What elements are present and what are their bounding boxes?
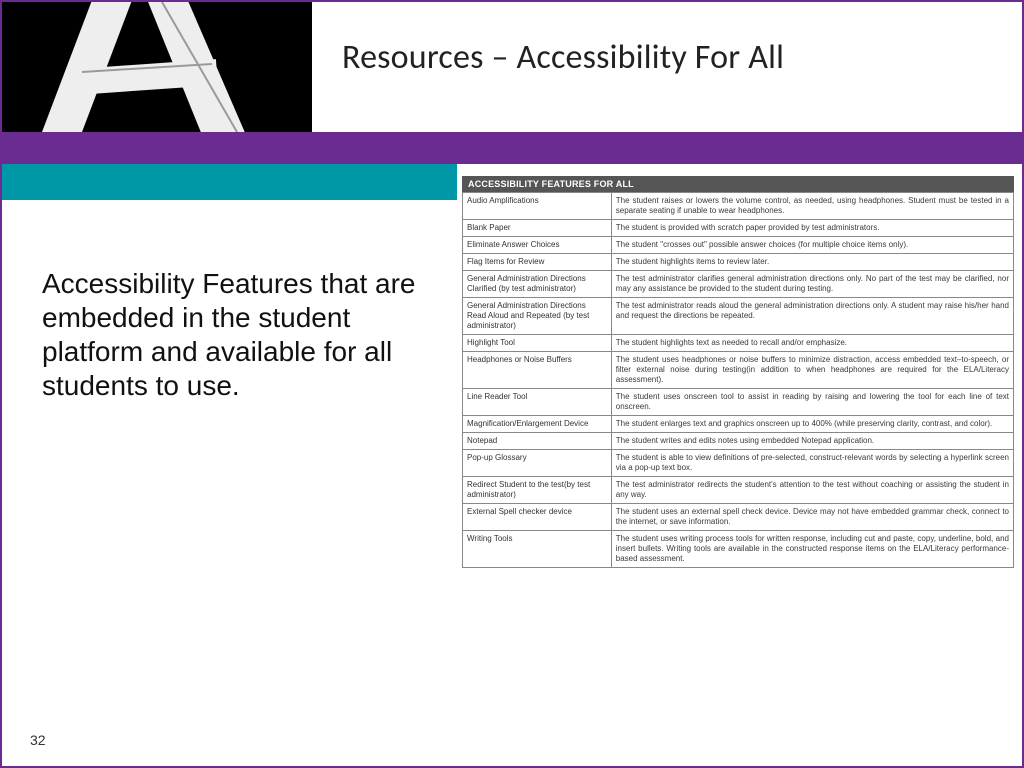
features-table-container: ACCESSIBILITY FEATURES FOR ALL Audio Amp… xyxy=(462,176,1014,568)
feature-name: Blank Paper xyxy=(463,220,612,237)
table-row: Audio AmplificationsThe student raises o… xyxy=(463,193,1014,220)
feature-description: The test administrator clarifies general… xyxy=(611,271,1013,298)
feature-name: External Spell checker device xyxy=(463,504,612,531)
feature-name: General Administration Directions Clarif… xyxy=(463,271,612,298)
feature-name: Notepad xyxy=(463,433,612,450)
slide: Resources – Accessibility For All Access… xyxy=(0,0,1024,768)
feature-name: Flag Items for Review xyxy=(463,254,612,271)
table-row: General Administration Directions Read A… xyxy=(463,298,1014,335)
feature-name: Line Reader Tool xyxy=(463,389,612,416)
table-row: Highlight ToolThe student highlights tex… xyxy=(463,335,1014,352)
table-row: Writing ToolsThe student uses writing pr… xyxy=(463,531,1014,568)
feature-description: The student is able to view definitions … xyxy=(611,450,1013,477)
table-row: Blank PaperThe student is provided with … xyxy=(463,220,1014,237)
feature-name: Headphones or Noise Buffers xyxy=(463,352,612,389)
accent-bar-teal xyxy=(2,164,457,200)
feature-description: The student raises or lowers the volume … xyxy=(611,193,1013,220)
table-row: Redirect Student to the test(by test adm… xyxy=(463,477,1014,504)
feature-description: The student enlarges text and graphics o… xyxy=(611,416,1013,433)
feature-name: Pop-up Glossary xyxy=(463,450,612,477)
table-row: External Spell checker deviceThe student… xyxy=(463,504,1014,531)
logo xyxy=(2,2,312,132)
table-row: Eliminate Answer ChoicesThe student "cro… xyxy=(463,237,1014,254)
accent-bar-purple xyxy=(2,132,1024,164)
body-text: Accessibility Features that are embedded… xyxy=(42,267,442,404)
page-title: Resources – Accessibility For All xyxy=(342,37,784,78)
feature-description: The student writes and edits notes using… xyxy=(611,433,1013,450)
features-table: Audio AmplificationsThe student raises o… xyxy=(462,192,1014,568)
feature-description: The student "crosses out" possible answe… xyxy=(611,237,1013,254)
table-row: NotepadThe student writes and edits note… xyxy=(463,433,1014,450)
table-row: General Administration Directions Clarif… xyxy=(463,271,1014,298)
feature-name: Highlight Tool xyxy=(463,335,612,352)
table-row: Flag Items for ReviewThe student highlig… xyxy=(463,254,1014,271)
feature-name: General Administration Directions Read A… xyxy=(463,298,612,335)
feature-description: The student highlights items to review l… xyxy=(611,254,1013,271)
feature-name: Writing Tools xyxy=(463,531,612,568)
table-row: Line Reader ToolThe student uses onscree… xyxy=(463,389,1014,416)
feature-name: Magnification/Enlargement Device xyxy=(463,416,612,433)
table-row: Magnification/Enlargement DeviceThe stud… xyxy=(463,416,1014,433)
feature-description: The student uses onscreen tool to assist… xyxy=(611,389,1013,416)
feature-description: The student uses headphones or noise buf… xyxy=(611,352,1013,389)
page-number: 32 xyxy=(30,732,46,748)
feature-name: Redirect Student to the test(by test adm… xyxy=(463,477,612,504)
feature-description: The student uses writing process tools f… xyxy=(611,531,1013,568)
feature-description: The student uses an external spell check… xyxy=(611,504,1013,531)
feature-description: The student is provided with scratch pap… xyxy=(611,220,1013,237)
features-table-header: ACCESSIBILITY FEATURES FOR ALL xyxy=(462,176,1014,192)
feature-description: The test administrator redirects the stu… xyxy=(611,477,1013,504)
table-row: Headphones or Noise BuffersThe student u… xyxy=(463,352,1014,389)
feature-description: The test administrator reads aloud the g… xyxy=(611,298,1013,335)
feature-name: Audio Amplifications xyxy=(463,193,612,220)
table-row: Pop-up GlossaryThe student is able to vi… xyxy=(463,450,1014,477)
feature-description: The student highlights text as needed to… xyxy=(611,335,1013,352)
feature-name: Eliminate Answer Choices xyxy=(463,237,612,254)
